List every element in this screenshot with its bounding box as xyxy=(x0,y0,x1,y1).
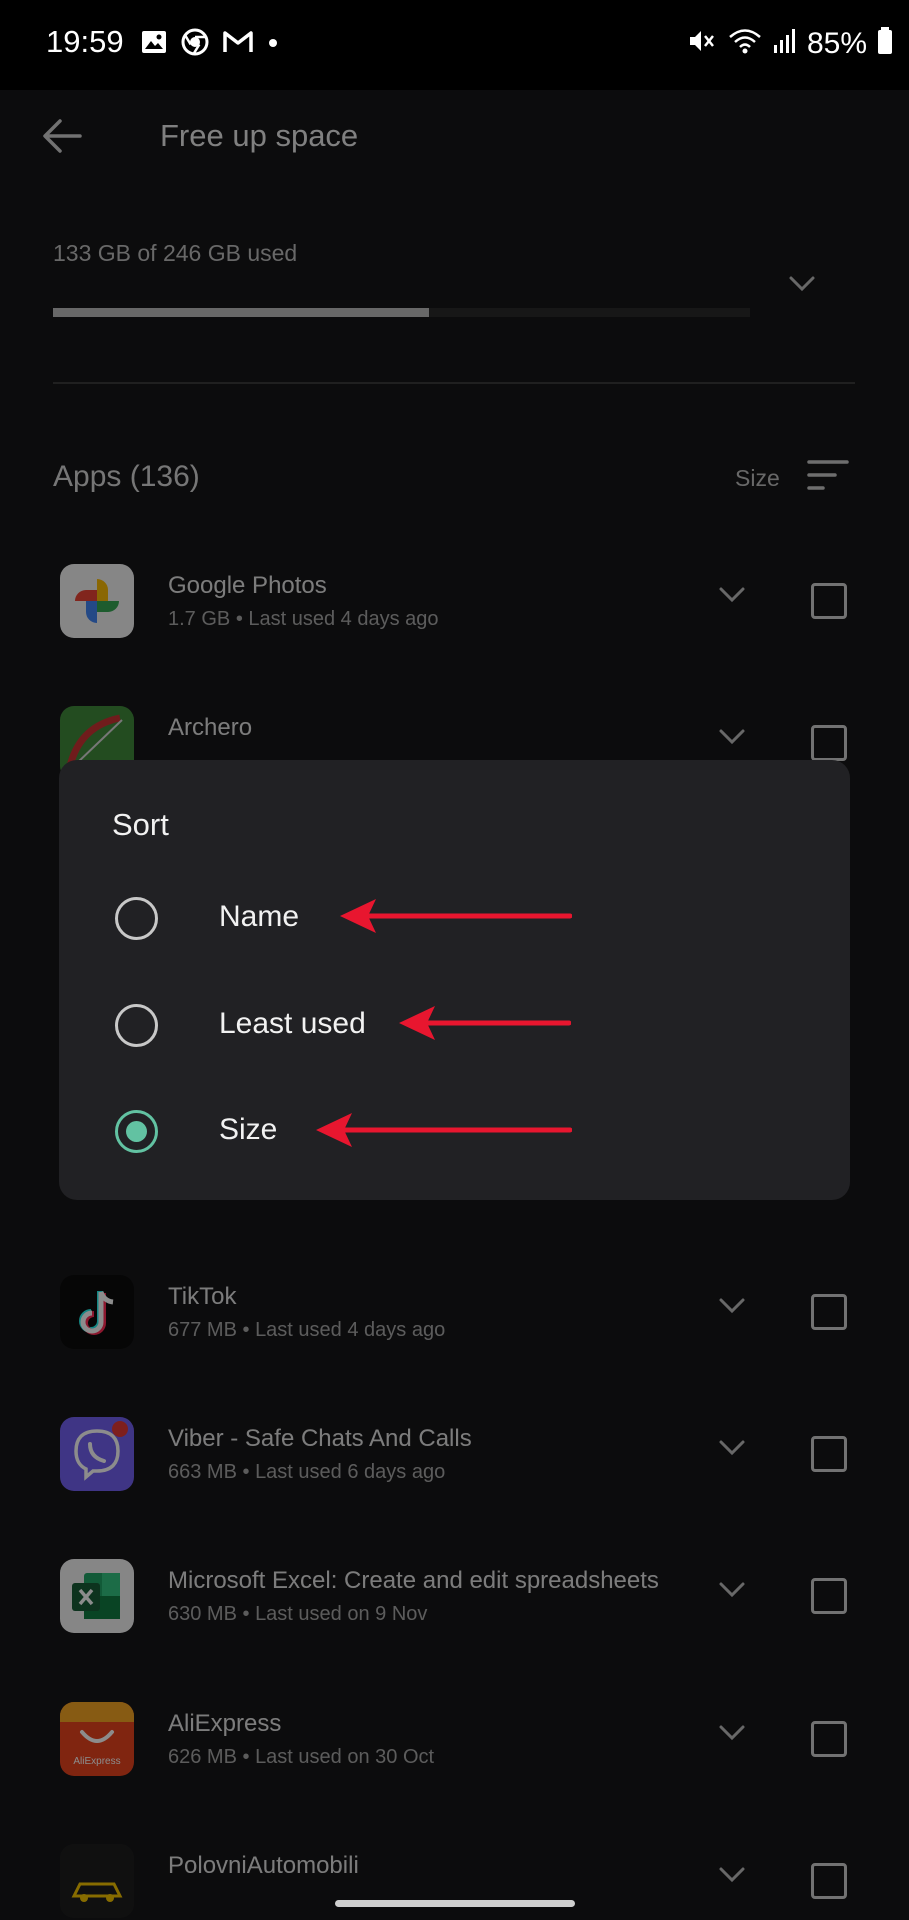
radio-button[interactable] xyxy=(115,1004,158,1047)
app-size: 677 MB xyxy=(168,1319,237,1341)
google-photos-icon xyxy=(60,564,134,638)
chevron-down-icon[interactable] xyxy=(788,275,816,298)
dialog-title: Sort xyxy=(112,807,169,842)
sort-option-label: Size xyxy=(219,1113,278,1146)
app-last-used: Last used 4 days ago xyxy=(248,608,439,630)
page-title: Free up space xyxy=(160,118,359,153)
app-list-item[interactable]: PolovniAutomobili xyxy=(0,1844,909,1920)
status-time: 19:59 xyxy=(46,24,124,59)
app-meta: 663 MB • Last used 6 days ago xyxy=(168,1461,446,1483)
chevron-down-icon[interactable] xyxy=(718,586,746,609)
app-name: Viber - Safe Chats And Calls xyxy=(168,1425,472,1452)
app-bar: Free up space xyxy=(0,90,909,178)
annotation-arrow-icon xyxy=(316,1113,572,1147)
app-last-used: Last used on 9 Nov xyxy=(255,1603,428,1625)
app-meta: 677 MB • Last used 4 days ago xyxy=(168,1319,446,1341)
signal-icon xyxy=(773,27,797,60)
app-checkbox[interactable] xyxy=(811,1436,847,1472)
app-size: 1.7 GB xyxy=(168,608,231,630)
sort-option-label: Name xyxy=(219,900,300,933)
app-name: Microsoft Excel: Create and edit spreads… xyxy=(168,1567,659,1594)
viber-icon xyxy=(60,1417,134,1491)
storage-progress-fill xyxy=(53,308,430,317)
sort-option-label: Least used xyxy=(219,1007,366,1040)
chrome-icon xyxy=(181,28,209,61)
sort-icon[interactable] xyxy=(807,458,849,497)
app-checkbox[interactable] xyxy=(811,1578,847,1614)
divider xyxy=(53,382,855,384)
chevron-down-icon[interactable] xyxy=(718,1866,746,1889)
storage-summary: 133 GB of 246 GB used xyxy=(53,240,298,266)
annotation-arrow-icon xyxy=(340,899,572,933)
navigation-handle[interactable] xyxy=(335,1900,575,1907)
app-checkbox[interactable] xyxy=(811,725,847,761)
system-icons: 85% xyxy=(687,26,893,61)
app-checkbox[interactable] xyxy=(811,1294,847,1330)
radio-button[interactable] xyxy=(115,897,158,940)
app-name: AliExpress xyxy=(168,1710,282,1737)
gmail-icon xyxy=(223,30,253,59)
tiktok-icon xyxy=(60,1275,134,1349)
app-meta: 626 MB • Last used on 30 Oct xyxy=(168,1746,435,1768)
app-size: 663 MB xyxy=(168,1461,237,1483)
gallery-icon xyxy=(141,29,167,60)
back-arrow-icon[interactable] xyxy=(40,116,84,161)
storage-progress-bar xyxy=(53,308,750,317)
app-list-item[interactable]: Viber - Safe Chats And Calls 663 MB • La… xyxy=(0,1417,909,1517)
app-list-item[interactable]: TikTok 677 MB • Last used 4 days ago xyxy=(0,1275,909,1375)
chevron-down-icon[interactable] xyxy=(718,1297,746,1320)
app-meta: 1.7 GB • Last used 4 days ago xyxy=(168,608,439,630)
chevron-down-icon[interactable] xyxy=(718,1581,746,1604)
sort-label[interactable]: Size xyxy=(735,465,780,492)
app-name: Google Photos xyxy=(168,572,327,599)
mute-icon xyxy=(687,26,717,61)
app-last-used: Last used on 30 Oct xyxy=(255,1746,435,1768)
notification-icons xyxy=(141,28,279,61)
app-list-item[interactable]: Microsoft Excel: Create and edit spreads… xyxy=(0,1559,909,1659)
chevron-down-icon[interactable] xyxy=(718,1439,746,1462)
app-checkbox[interactable] xyxy=(811,583,847,619)
dot-icon xyxy=(267,36,279,54)
aliexpress-icon: AliExpress xyxy=(60,1702,134,1776)
annotation-arrow-icon xyxy=(399,1006,571,1040)
chevron-down-icon[interactable] xyxy=(718,1724,746,1747)
status-bar: 19:59 85% xyxy=(0,0,909,90)
app-last-used: Last used 6 days ago xyxy=(255,1461,446,1483)
app-name: Archero xyxy=(168,714,253,741)
battery-percent: 85% xyxy=(806,26,867,60)
app-list-item[interactable]: Google Photos 1.7 GB • Last used 4 days … xyxy=(0,564,909,664)
svg-text:AliExpress: AliExpress xyxy=(73,1756,120,1767)
app-meta: 630 MB • Last used on 9 Nov xyxy=(168,1603,428,1625)
app-checkbox[interactable] xyxy=(811,1863,847,1899)
chevron-down-icon[interactable] xyxy=(718,728,746,751)
radio-button-selected[interactable] xyxy=(115,1110,158,1153)
app-size: 630 MB xyxy=(168,1603,237,1625)
polovniautomobili-icon xyxy=(60,1844,134,1918)
app-checkbox[interactable] xyxy=(811,1721,847,1757)
excel-icon xyxy=(60,1559,134,1633)
wifi-icon xyxy=(727,26,763,61)
battery-icon xyxy=(877,27,893,60)
apps-section-title: Apps (136) xyxy=(53,460,200,493)
app-size: 626 MB xyxy=(168,1746,237,1768)
app-last-used: Last used 4 days ago xyxy=(255,1319,446,1341)
app-list-item[interactable]: AliExpress AliExpress 626 MB • Last used… xyxy=(0,1702,909,1802)
app-name: PolovniAutomobili xyxy=(168,1852,359,1879)
app-name: TikTok xyxy=(168,1283,237,1310)
